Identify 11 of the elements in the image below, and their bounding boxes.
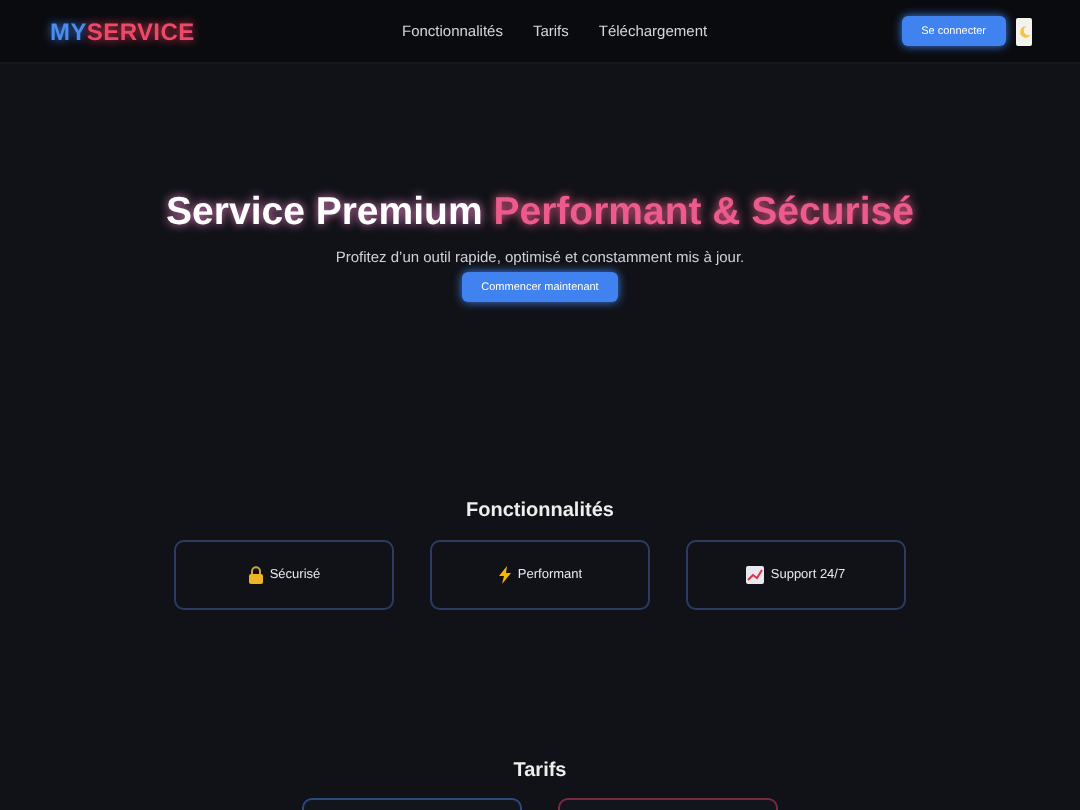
hero-title: Service Premium bbox=[166, 190, 483, 234]
moon-icon bbox=[1017, 23, 1031, 39]
lightning-icon bbox=[497, 566, 512, 584]
section-heading: Tarifs bbox=[513, 760, 567, 782]
section-heading: Fonctionnalités bbox=[466, 500, 614, 522]
lock-icon bbox=[247, 566, 264, 584]
logo-text[interactable]: SERVICE bbox=[86, 17, 195, 45]
chart-icon bbox=[746, 566, 765, 584]
logo-text[interactable]: MY bbox=[50, 17, 87, 45]
theme-toggle-button[interactable] bbox=[1016, 17, 1032, 45]
hero-title-highlight: Performant & Sécurisé bbox=[493, 190, 914, 234]
